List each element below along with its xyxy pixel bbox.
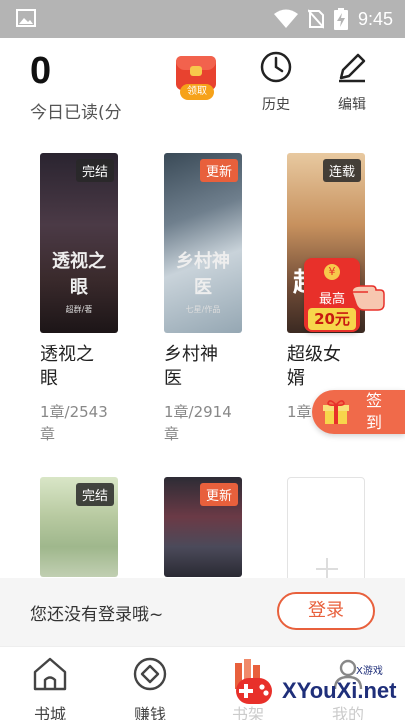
- nav-label: 书城: [33, 705, 66, 720]
- book-cover: 完结: [40, 477, 118, 577]
- book-item[interactable]: 更新: [164, 477, 244, 577]
- status-badge: 更新: [199, 159, 238, 182]
- book-cover: 完结 透视之眼 超群/著: [40, 153, 118, 333]
- login-button[interactable]: 登录: [277, 592, 375, 630]
- read-count: 0: [30, 50, 52, 92]
- nav-earn[interactable]: 赚钱: [120, 655, 180, 720]
- pencil-icon: [339, 53, 366, 83]
- book-title: 透视之眼: [40, 344, 94, 389]
- site-watermark: XYouXi.net X游戏: [232, 662, 402, 718]
- book-item[interactable]: 完结 透视之眼 超群/著 透视之眼 1章/2543章: [40, 153, 120, 445]
- edit-label: 编辑: [338, 97, 366, 113]
- image-icon: [16, 9, 36, 27]
- book-item[interactable]: 完结: [40, 477, 120, 577]
- book-title: 乡村神医: [164, 344, 218, 389]
- yuan-coin-icon: ¥: [324, 264, 340, 280]
- watermark-text: XYouXi.net: [282, 678, 397, 703]
- read-label: 今日已读(分: [30, 103, 122, 123]
- book-title: 超级女婿: [287, 344, 341, 389]
- status-badge: 连载: [322, 159, 361, 182]
- status-badge: 完结: [75, 159, 114, 182]
- status-bar: 9:45: [0, 0, 405, 38]
- promo-amount: 20元: [308, 308, 356, 330]
- history-button[interactable]: 历史: [249, 50, 303, 113]
- book-progress: 1章/2914章: [164, 403, 232, 443]
- redpacket-button[interactable]: 领取: [174, 56, 220, 102]
- checkin-button[interactable]: 签到: [312, 390, 405, 434]
- nav-bookstore[interactable]: 书城: [20, 655, 80, 720]
- wifi-icon: [273, 9, 298, 28]
- battery-charging-icon: [333, 8, 348, 30]
- gift-icon: [323, 400, 349, 424]
- home-icon: [33, 657, 67, 691]
- login-message: 您还没有登录哦~: [30, 605, 164, 625]
- book-item[interactable]: 更新 乡村神医 七星/作品 乡村神医 1章/2914章: [164, 153, 244, 445]
- book-cover: 更新: [164, 477, 242, 577]
- pointing-hand-icon: [351, 285, 385, 311]
- plus-icon: [316, 558, 338, 580]
- cover-title: 乡村神医: [176, 251, 230, 298]
- redpacket-tag: 领取: [180, 84, 214, 100]
- history-label: 历史: [262, 97, 290, 113]
- book-progress: 1章/2543章: [40, 403, 108, 443]
- nav-label: 赚钱: [133, 705, 166, 720]
- cover-author: 超群/著: [65, 305, 93, 314]
- watermark-sub: X游戏: [356, 666, 383, 677]
- no-sim-icon: [307, 9, 324, 29]
- cover-author: 七星/作品: [185, 305, 221, 314]
- edit-button[interactable]: 编辑: [325, 50, 379, 113]
- status-badge: 完结: [75, 483, 114, 506]
- coin-icon: [133, 657, 167, 691]
- clock-icon: [260, 51, 292, 83]
- gamepad-logo-icon: [236, 678, 272, 704]
- status-time: 9:45: [357, 8, 393, 29]
- checkin-label: 签到: [366, 391, 383, 432]
- login-prompt-bar: 您还没有登录哦~ 登录: [0, 578, 405, 646]
- status-badge: 更新: [199, 483, 238, 506]
- cover-title: 透视之眼: [52, 251, 106, 298]
- book-cover: 更新 乡村神医 七星/作品: [164, 153, 242, 333]
